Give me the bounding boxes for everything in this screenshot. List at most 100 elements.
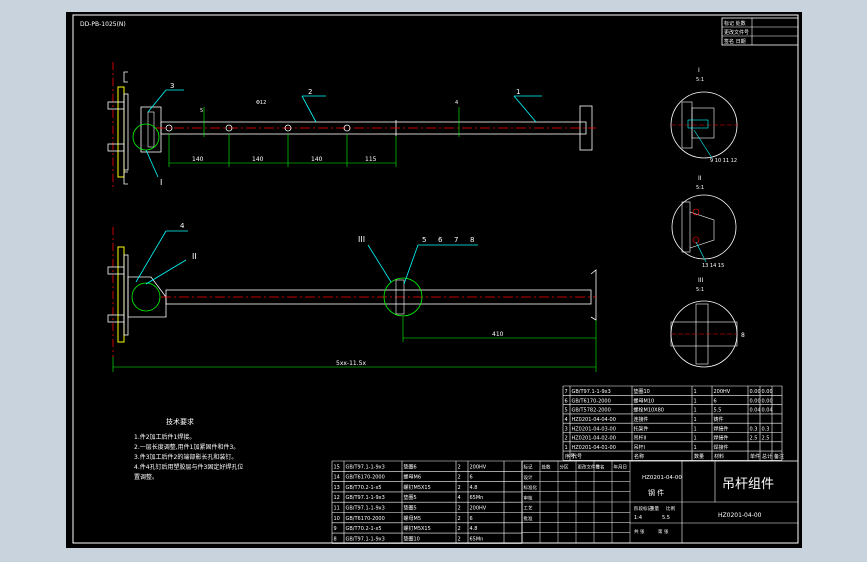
bom-upper-cell: 4	[565, 417, 568, 423]
title-block: 标记 处数 分区 更改文件号签名 年月日设计标准化审核工艺批准阶段标记重量 比例1:4 5.…	[521, 460, 799, 544]
bom-upper-cell: 2.5	[762, 436, 770, 442]
lower-view: 410 5xx-11.5x 4 5 6 7 8 II III	[107, 222, 597, 372]
bom-upper-table: 7 GB/T97.1-1-9x3 垫圈10 1 200HV 0.00 0.006 GB/T61…	[562, 385, 784, 461]
detail-ii-callout: 13 14 15	[702, 263, 724, 269]
bom-lower-cell: 65Mn	[470, 495, 484, 501]
bom-upper-cell: GB/T6170-2000	[572, 398, 611, 404]
title-stage-label: 比例	[666, 505, 675, 512]
bom-upper-cell: 1	[694, 417, 697, 423]
title-stage-label: 重量	[650, 505, 659, 512]
bom-lower-cell: 2	[458, 516, 461, 522]
bom-lower-table: 15 GB/T97.1-1-9x3 垫圈6 2 200HV 14 GB/T6170-2000…	[331, 460, 523, 544]
bom-lower-cell: 10	[334, 516, 340, 522]
bom-lower-cell: 4	[458, 495, 461, 501]
bom-upper-cell: 1	[694, 389, 697, 395]
title-role-label: 分区	[560, 464, 569, 471]
bom-upper-cell: 1	[694, 398, 697, 404]
detail-iii-scale: 5:1	[696, 287, 704, 293]
bom-upper-cell: HZ0201-04-01-00	[572, 445, 616, 451]
bom-lower-cell: 垫圈5	[404, 494, 417, 501]
title-weight: 5.5	[662, 515, 670, 521]
bom-upper-cell: 0.3	[762, 426, 770, 432]
bom-lower-cell: 螺母M5	[404, 515, 422, 522]
detail-view-iii: III 5:1 8	[670, 277, 745, 368]
bom-lower-cell: 螺钉M5X15	[404, 525, 431, 532]
header-code: DD-PB-1025(N)	[80, 21, 126, 28]
detail-ii-label: II	[698, 175, 702, 182]
detail-i-label: I	[698, 67, 700, 74]
detail-ii-scale: 5:1	[696, 185, 704, 191]
revision-box: 标记 处数 更改文件号 签名 日期	[721, 17, 799, 46]
dim-4: 4	[455, 100, 458, 106]
bom-upper-cell: 1	[565, 445, 568, 451]
bom-lower-cell: GB/T97.1-1-9x3	[346, 506, 385, 512]
note-line-5: 置调整。	[134, 473, 158, 481]
rev-label-1: 标记 处数	[724, 20, 746, 27]
bom-upper-cell: 6	[714, 398, 717, 404]
bom-upper-cell: 200HV	[714, 389, 731, 395]
bom-upper-header: 材料	[714, 453, 724, 460]
title-role-label: 签名	[596, 464, 605, 471]
balloon-6: 6	[438, 236, 443, 244]
note-line-3: 3.件3加工后件2的端部影长孔和装钉。	[134, 453, 237, 461]
title-role-label: 审核	[524, 494, 533, 501]
bom-upper-cell: 2.5	[750, 436, 758, 442]
bom-lower-cell: GB/T97.1-1-9x3	[346, 464, 385, 470]
note-line-2: 2.一层长度调整,用件1加紧固件和件3。	[134, 443, 239, 451]
title-sheet-num: 第 张	[658, 528, 669, 535]
bom-lower-cell: 2	[458, 526, 461, 532]
bom-lower-cell: 2	[458, 485, 461, 491]
bom-lower-cell: 13	[334, 485, 340, 491]
bom-lower-cell: 200HV	[470, 506, 487, 512]
bom-upper-cell: 1	[694, 408, 697, 414]
title-role-label: 工艺	[524, 506, 533, 512]
bom-lower-cell: 螺钉M5X15	[404, 484, 431, 491]
bom-upper-cell: 3	[565, 426, 568, 432]
bom-lower-cell: 垫圈5	[404, 505, 417, 512]
bom-lower-cell: 6	[470, 516, 473, 522]
bom-upper-cell: 0.3	[750, 426, 758, 432]
dim-140-a: 140	[192, 156, 204, 163]
detail-iii-label: III	[698, 277, 704, 284]
balloon-7: 7	[454, 236, 458, 244]
bom-upper-cell: 垫圈10	[634, 388, 650, 395]
bom-upper-cell: 1	[694, 426, 697, 432]
bom-upper-header: 名称	[634, 453, 644, 460]
title-scale: 1:4	[634, 515, 642, 521]
bom-lower-cell: GB/T6170-2000	[346, 516, 385, 522]
dim-410: 410	[492, 331, 504, 338]
balloon-2: 2	[308, 88, 312, 96]
title-code-main: HZ0201-04-00	[642, 475, 682, 481]
bom-upper-cell: 6	[565, 398, 568, 404]
detail-view-ii: II 5:1 13 14 15	[671, 175, 737, 269]
bom-upper-cell: HZ0201-04-03-00	[572, 426, 616, 432]
bom-lower-cell: 12	[334, 495, 340, 501]
detail-i-callout: 9 10 11 12	[710, 158, 737, 164]
bom-lower-cell: 2	[458, 475, 461, 481]
bom-lower-cell: GB/T70.2-1-x5	[346, 526, 382, 532]
title-sheet-total: 共 张	[634, 528, 645, 535]
drawing-canvas: DD-PB-1025(N) 标记 处数 更改文件号 签名 日期 140 140 …	[72, 14, 799, 544]
title-code-repeat: HZ0201-04-00	[718, 512, 762, 519]
section-marker-i: I	[160, 178, 162, 187]
bom-upper-header: 总计	[762, 453, 772, 460]
bom-lower-cell: 9	[334, 526, 337, 532]
bom-upper-cell: 吊杆I	[634, 444, 645, 451]
title-role-label: 标记	[524, 464, 533, 471]
bom-lower-cell: 垫圈6	[404, 463, 417, 470]
bom-upper-cell: 吊杆II	[634, 435, 647, 442]
bom-upper-header: 代号	[572, 453, 582, 460]
bom-upper-cell: GB/T5782-2000	[572, 408, 611, 414]
bom-upper-cell: 焊接件	[714, 425, 729, 432]
notes-title: 技术要求	[166, 417, 194, 426]
dim-140-c: 140	[311, 156, 323, 163]
bom-upper-cell: HZ0201-04-02-00	[572, 436, 616, 442]
bom-upper-cell: GB/T97.1-1-9x3	[572, 389, 611, 395]
bom-upper-cell: 铸件	[714, 416, 724, 423]
title-role-label: 年月日	[614, 464, 628, 471]
section-marker-ii: II	[192, 252, 197, 261]
bom-upper-cell: 0.00	[762, 398, 773, 404]
bom-lower-cell: 2	[458, 464, 461, 470]
bom-upper-cell: 螺母M10	[634, 397, 655, 404]
bom-lower-cell: 6	[470, 475, 473, 481]
